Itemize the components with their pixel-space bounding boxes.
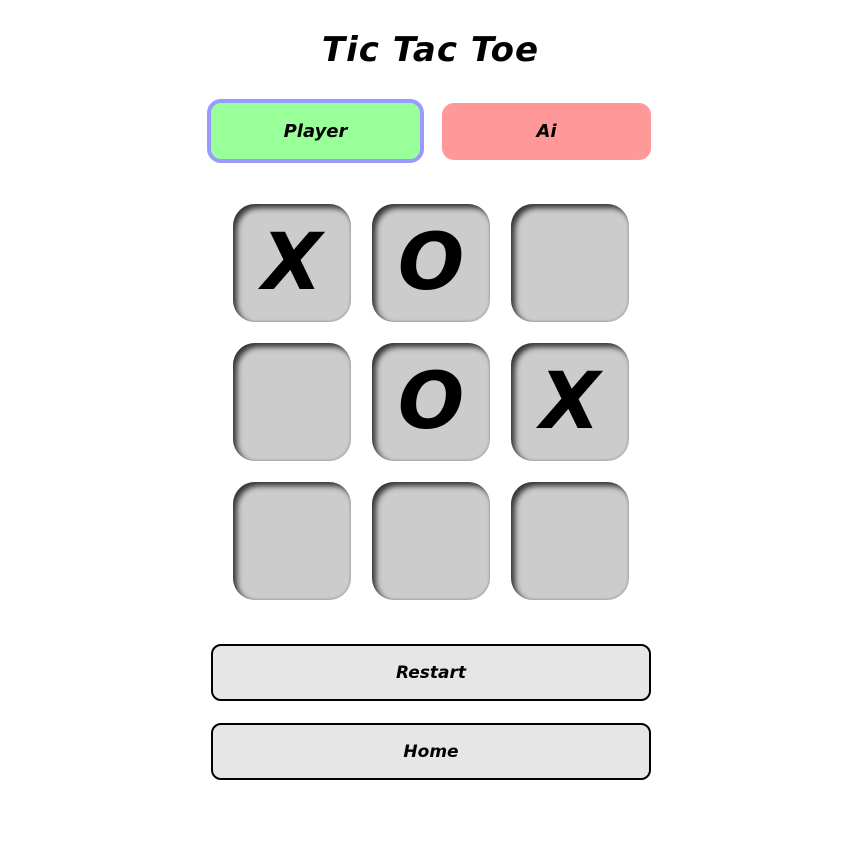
- player-turn-button[interactable]: Player: [207, 99, 424, 163]
- board-cell-6[interactable]: X: [511, 343, 629, 461]
- game-board: X O O X: [233, 204, 629, 600]
- ai-turn-label: Ai: [536, 121, 557, 142]
- board-cell-9[interactable]: [511, 482, 629, 600]
- ai-turn-button[interactable]: Ai: [442, 103, 651, 160]
- board-cell-1[interactable]: X: [233, 204, 351, 322]
- home-label: Home: [403, 741, 459, 762]
- board-cell-4[interactable]: [233, 343, 351, 461]
- board-cell-2[interactable]: O: [372, 204, 490, 322]
- board-cell-8[interactable]: [372, 482, 490, 600]
- board-cell-3[interactable]: [511, 204, 629, 322]
- restart-button[interactable]: Restart: [211, 644, 651, 701]
- restart-label: Restart: [395, 662, 466, 683]
- home-button[interactable]: Home: [211, 723, 651, 780]
- player-turn-label: Player: [283, 120, 348, 142]
- game-title: Tic Tac Toe: [321, 30, 540, 70]
- board-cell-7[interactable]: [233, 482, 351, 600]
- board-cell-5[interactable]: O: [372, 343, 490, 461]
